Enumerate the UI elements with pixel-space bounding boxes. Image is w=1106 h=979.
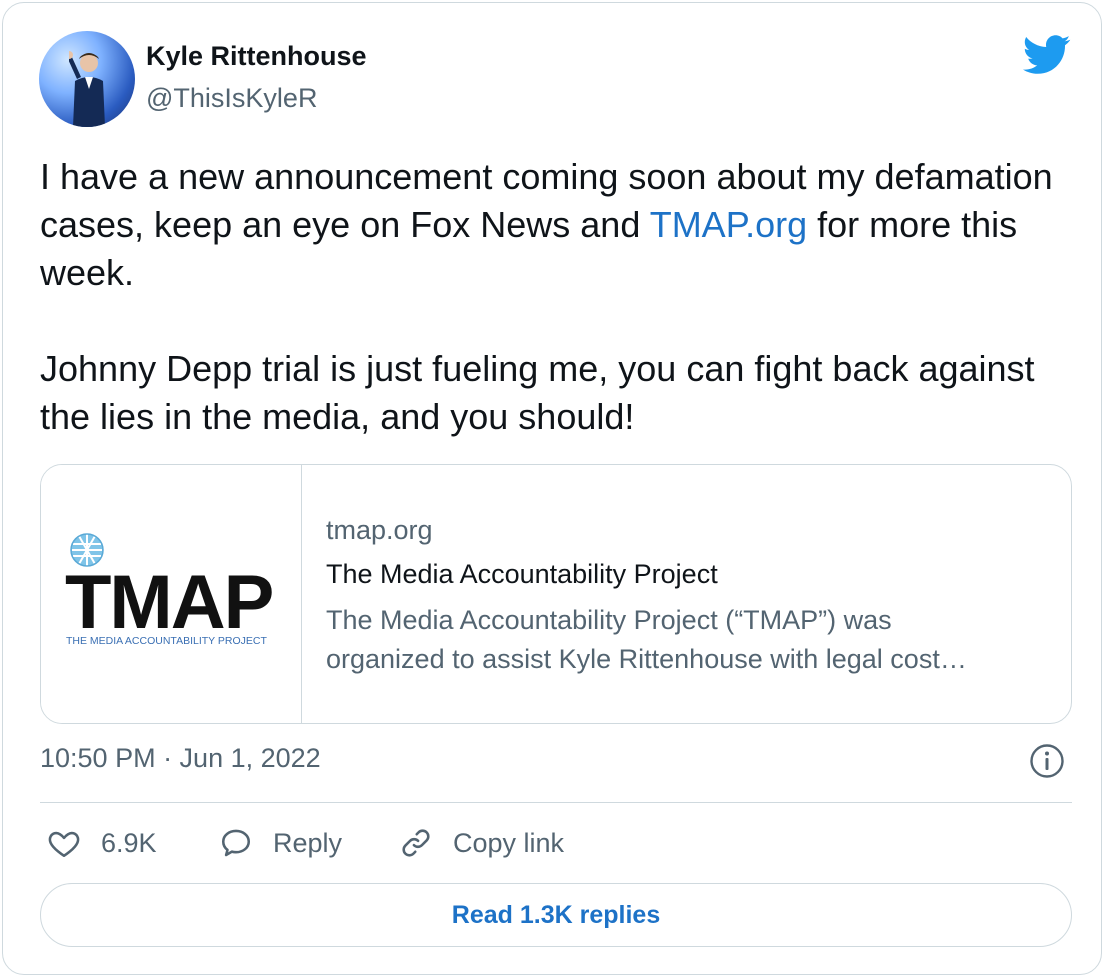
- link-domain: tmap.org: [326, 515, 433, 545]
- tmap-logo-wordmark: TMAP: [65, 560, 274, 645]
- twitter-bird-icon[interactable]: [1023, 35, 1071, 75]
- link-preview-thumbnail: TMAP THE MEDIA ACCOUNTABILITY PROJECT: [41, 465, 302, 723]
- divider: [40, 802, 1072, 803]
- like-count: 6.9K: [101, 827, 157, 858]
- reply-button[interactable]: Reply: [219, 821, 342, 865]
- tweet-paragraph-2: Johnny Depp trial is just fueling me, yo…: [40, 348, 1035, 437]
- tweet-paragraph-1: I have a new announcement coming soon ab…: [40, 153, 1070, 297]
- link-preview-card[interactable]: TMAP THE MEDIA ACCOUNTABILITY PROJECT tm…: [40, 464, 1072, 724]
- author-handle[interactable]: @ThisIsKyleR: [146, 83, 317, 114]
- tweet-text: I have a new announcement coming soon ab…: [40, 153, 1070, 441]
- tweet-timestamp[interactable]: 10:50 PM · Jun 1, 2022: [40, 743, 321, 774]
- link-description-line: The Media Accountability Project (“TMAP”…: [326, 605, 892, 635]
- avatar-person-icon: [69, 51, 105, 127]
- author-name[interactable]: Kyle Rittenhouse: [146, 41, 367, 72]
- link-title: The Media Accountability Project: [326, 559, 718, 589]
- link-icon: [402, 829, 430, 857]
- read-replies-button[interactable]: Read 1.3K replies: [40, 883, 1072, 947]
- reply-label: Reply: [273, 827, 343, 858]
- link-description: The Media Accountability Project (“TMAP”…: [326, 601, 1051, 679]
- speech-bubble-icon: [221, 829, 251, 857]
- link-description-line: organized to assist Kyle Rittenhouse wit…: [326, 644, 967, 674]
- copy-link-label: Copy link: [453, 827, 565, 858]
- tmap-logo-subtitle: THE MEDIA ACCOUNTABILITY PROJECT: [66, 635, 267, 647]
- info-icon[interactable]: [1029, 743, 1065, 779]
- copy-link-button[interactable]: Copy link: [399, 821, 564, 865]
- tweet-card: Kyle Rittenhouse @ThisIsKyleR I have a n…: [2, 2, 1102, 975]
- author-avatar[interactable]: [39, 31, 135, 127]
- heart-icon: [48, 831, 80, 858]
- like-button[interactable]: 6.9K: [47, 821, 157, 865]
- tmap-link[interactable]: TMAP.org: [650, 204, 807, 245]
